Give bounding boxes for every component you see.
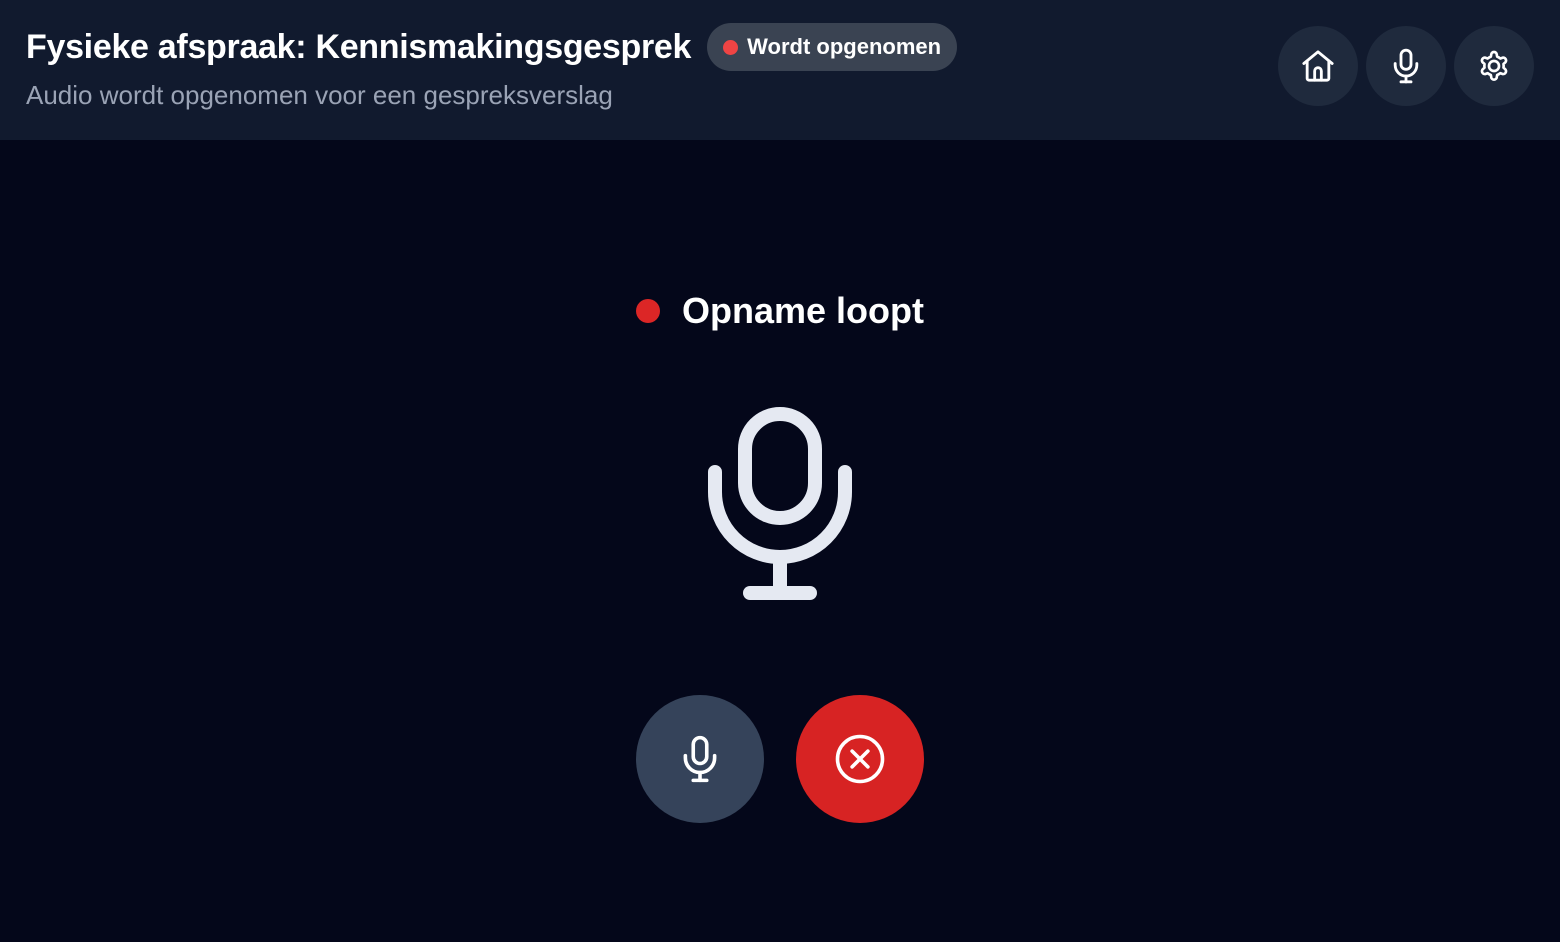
page-title: Fysieke afspraak: Kennismakingsgesprek (26, 27, 692, 66)
microphone-icon (708, 407, 852, 600)
recording-badge-label: Wordt opgenomen (747, 34, 942, 59)
stop-recording-button[interactable] (796, 695, 924, 823)
microphone-icon (683, 735, 717, 783)
top-bar: Fysieke afspraak: Kennismakingsgesprek W… (0, 0, 1560, 140)
home-icon (1302, 50, 1334, 82)
recording-status-label: Opname loopt (682, 290, 924, 331)
recording-dot-icon (723, 39, 739, 55)
mute-microphone-button[interactable] (636, 695, 764, 823)
recording-badge: Wordt opgenomen (707, 23, 958, 71)
recording-dot-icon (636, 299, 660, 323)
recording-status: Opname loopt (0, 290, 1560, 332)
title-row: Fysieke afspraak: Kennismakingsgesprek W… (26, 23, 958, 71)
home-button[interactable] (1278, 26, 1358, 106)
microphone-settings-button[interactable] (1366, 26, 1446, 106)
microphone-icon (1393, 48, 1419, 84)
gear-icon (1480, 50, 1508, 81)
settings-button[interactable] (1454, 26, 1534, 106)
close-circle-icon (835, 734, 885, 784)
page-subtitle: Audio wordt opgenomen voor een gespreksv… (26, 80, 613, 110)
